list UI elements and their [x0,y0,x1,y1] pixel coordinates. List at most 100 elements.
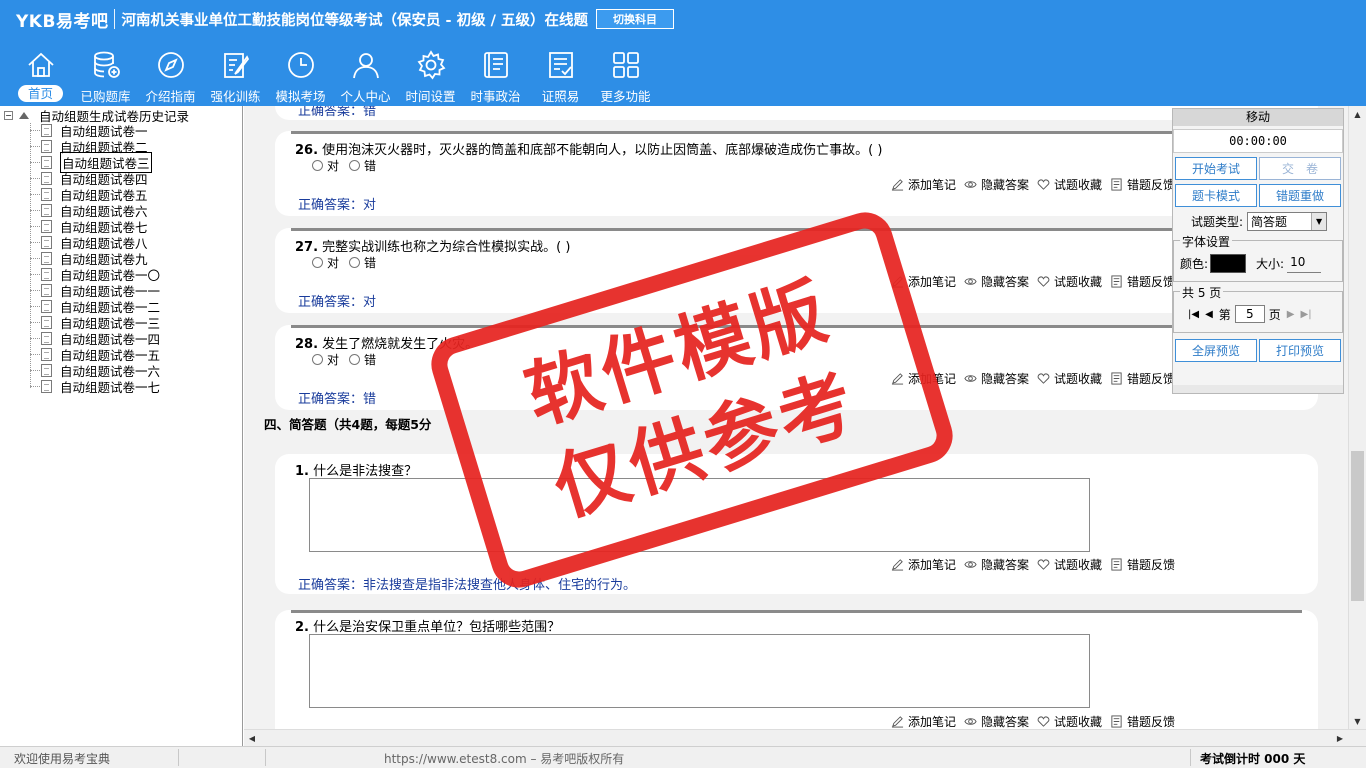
radio-button[interactable] [312,257,323,268]
nav-label: 时间设置 [405,89,456,104]
color-swatch[interactable] [1210,254,1247,273]
document-icon [41,283,52,297]
question-body: 什么是非法搜查？ [313,464,418,479]
nav-time-settings[interactable]: 时间设置 [398,46,463,104]
hide-answer-button[interactable]: 隐藏答案 [964,556,1029,573]
question-number: 26. [295,143,319,158]
scroll-right-icon[interactable]: ▶ [1332,730,1348,746]
feedback-button[interactable]: 错题反馈 [1110,273,1175,290]
eye-icon [964,561,977,568]
feedback-button[interactable]: 错题反馈 [1110,370,1175,387]
radio-button[interactable] [312,160,323,171]
nav-label: 首页 [17,85,63,102]
page-group: 共 5 页 |◀ ◀ 第 5 页 ▶ ▶| [1173,284,1343,333]
chevron-down-icon[interactable]: ▼ [1311,213,1327,230]
redo-wrong-button[interactable]: 错题重做 [1259,184,1341,207]
favorite-button[interactable]: 试题收藏 [1037,556,1102,573]
hide-answer-button[interactable]: 隐藏答案 [964,370,1029,387]
add-note-button[interactable]: 添加笔记 [891,713,956,729]
print-preview-button[interactable]: 打印预览 [1259,339,1341,362]
question-number: 1. [295,464,309,479]
panel-button-row: 开始考试 交 卷 [1175,157,1341,180]
prev-page-icon[interactable]: ◀ [1205,309,1213,320]
feedback-button[interactable]: 错题反馈 [1110,176,1175,193]
scroll-left-icon[interactable]: ◀ [244,730,260,746]
nav-more[interactable]: 更多功能 [593,46,658,104]
font-size-input[interactable]: 10 [1287,255,1322,273]
last-page-icon[interactable]: ▶| [1301,309,1312,320]
page-number-input[interactable]: 5 [1234,305,1265,323]
submit-button[interactable]: 交 卷 [1259,157,1341,180]
scroll-up-icon[interactable]: ▲ [1349,106,1366,122]
welcome-text: 欢迎使用易考宝典 [14,752,111,766]
collapse-icon[interactable]: − [4,110,13,120]
tree-item[interactable]: 自动组题试卷一七 [30,378,160,395]
switch-subject-button[interactable]: 切换科目 [595,9,674,29]
action-label: 错题反馈 [1127,275,1176,289]
copyright-text: https://www.etest8.com – 易考吧版权所有 [384,752,625,766]
option-false[interactable]: 错 [349,351,376,368]
radio-button[interactable] [349,257,361,268]
favorite-button[interactable]: 试题收藏 [1037,176,1102,193]
option-false[interactable]: 错 [349,254,376,271]
nav-guide[interactable]: 介绍指南 [138,46,203,104]
question-type-select[interactable]: 简答题 ▼ [1247,212,1328,231]
panel-scrollbar[interactable] [1173,385,1343,393]
app-title: 河南机关事业单位工勤技能岗位等级考试（保安员 - 初级 / 五级）在线题 [121,12,588,29]
answer-text: 正确答案：对 [298,295,377,310]
hide-answer-button[interactable]: 隐藏答案 [964,713,1029,729]
radio-button[interactable] [312,354,323,365]
feedback-button[interactable]: 错题反馈 [1110,713,1175,729]
answer-textarea[interactable] [309,634,1090,708]
nav-purchased[interactable]: 已购题库 [73,46,138,104]
nav-training[interactable]: 强化训练 [203,46,268,104]
hide-answer-button[interactable]: 隐藏答案 [964,176,1029,193]
question-text: 27. 完整实战训练也称之为综合性模拟实战。( ) [295,236,570,255]
favorite-button[interactable]: 试题收藏 [1037,370,1102,387]
hide-answer-button[interactable]: 隐藏答案 [964,273,1029,290]
next-page-icon[interactable]: ▶ [1287,309,1295,320]
action-label: 添加笔记 [908,715,957,729]
start-exam-button[interactable]: 开始考试 [1175,157,1257,180]
exam-control-panel[interactable]: 移动 00:00:00 开始考试 交 卷 题卡模式 错题重做 试题类型: 简答题… [1172,108,1344,394]
user-icon [352,53,379,79]
first-page-icon[interactable]: |◀ [1188,309,1199,320]
nav-current-affairs[interactable]: 时事政治 [463,46,528,104]
nav-home[interactable]: 首页 [8,46,73,104]
option-true[interactable]: 对 [312,351,339,368]
option-true[interactable]: 对 [312,254,339,271]
scroll-down-icon[interactable]: ▼ [1349,713,1366,729]
favorite-button[interactable]: 试题收藏 [1037,273,1102,290]
radio-button[interactable] [349,160,361,171]
database-icon [93,51,120,78]
feedback-button[interactable]: 错题反馈 [1110,556,1175,573]
option-false[interactable]: 错 [349,157,376,174]
card-mode-button[interactable]: 题卡模式 [1175,184,1257,207]
add-note-button[interactable]: 添加笔记 [891,556,956,573]
heart-icon [1037,716,1050,727]
panel-move-handle[interactable]: 移动 [1173,109,1343,126]
document-icon [41,363,52,377]
fullscreen-preview-button[interactable]: 全屏预览 [1175,339,1257,362]
pencil-icon [891,179,904,191]
options: 对 错 [312,254,386,271]
nav-certificate[interactable]: 证照易 [528,46,593,104]
question-actions: 添加笔记 隐藏答案 试题收藏 错题反馈 [891,176,1183,193]
question-text: 26. 使用泡沫灭火器时，灭火器的筒盖和底部不能朝向人，以防止因筒盖、底部爆破造… [295,139,882,158]
option-true[interactable]: 对 [312,157,339,174]
app-header: YKB易考吧 河南机关事业单位工勤技能岗位等级考试（保安员 - 初级 / 五级）… [0,0,1366,106]
nav-mock-exam[interactable]: 模拟考场 [268,46,333,104]
scroll-thumb[interactable] [1351,451,1364,601]
size-label: 大小: [1256,257,1285,271]
action-label: 试题收藏 [1054,372,1103,386]
add-note-button[interactable]: 添加笔记 [891,176,956,193]
status-divider [178,749,179,766]
horizontal-scrollbar[interactable]: ◀ ▶ [244,729,1366,746]
vertical-scrollbar[interactable]: ▲ ▼ [1348,106,1366,729]
status-divider [265,749,266,766]
radio-button[interactable] [349,354,361,365]
nav-profile[interactable]: 个人中心 [333,46,398,104]
heart-icon [1037,559,1050,570]
tree-list: 自动组题试卷一 自动组题试卷二 自动组题试卷三 自动组题试卷四 自动组题试卷五 自动组题试… [30,122,160,395]
favorite-button[interactable]: 试题收藏 [1037,713,1102,729]
